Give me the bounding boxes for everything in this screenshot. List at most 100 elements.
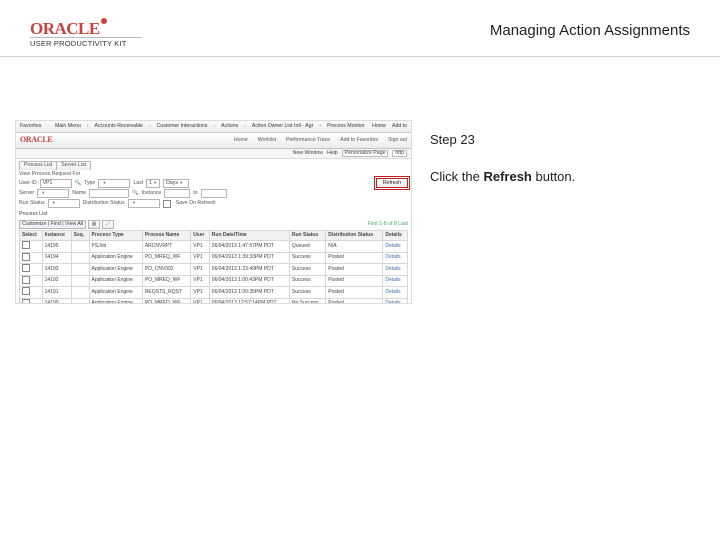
link-home[interactable]: Home (234, 138, 248, 144)
col-seq[interactable]: Seq. (71, 231, 89, 241)
input-diststatus[interactable] (128, 199, 160, 208)
page-title: Managing Action Assignments (490, 22, 690, 39)
cell-ds: Posted (326, 252, 383, 264)
cell-user: VP1 (191, 241, 210, 253)
col-dt[interactable]: Run Date/Time (209, 231, 289, 241)
lbl-last: Last (133, 181, 143, 187)
input-days[interactable]: Days (163, 179, 189, 188)
nav-ar[interactable]: Accounts Receivable (94, 124, 142, 130)
nav-favorites[interactable]: Favorites (20, 124, 41, 130)
grid-zoom-icon[interactable]: ⤢ (102, 220, 114, 229)
lbl-name: Name (72, 191, 86, 197)
input-last[interactable]: 1 (146, 179, 160, 188)
link-personalize[interactable]: Personalize Page (342, 150, 389, 158)
instruction-block: Step 23 Click the Refresh button. (430, 132, 690, 184)
cell-dt: 06/04/2013 1:23:49PM PDT (209, 264, 289, 276)
cell-instance: 14190 (42, 298, 71, 304)
col-pname[interactable]: Process Name (142, 231, 190, 241)
cell-seq (71, 241, 89, 253)
nav-actions[interactable]: Actions (221, 124, 238, 130)
cell-select[interactable] (20, 252, 43, 264)
tab-server-list[interactable]: Server List (56, 161, 91, 170)
lookup-name-icon[interactable]: 🔍 (132, 191, 138, 197)
cell-details[interactable]: Details (383, 275, 408, 287)
link-help[interactable]: Help (327, 151, 338, 157)
link-newwindow[interactable]: New Window (293, 151, 323, 157)
link-addfav[interactable]: Add to Favorites (340, 138, 378, 144)
cell-details[interactable]: Details (383, 298, 408, 304)
cell-details[interactable]: Details (383, 287, 408, 299)
app-brand-bar: ORACLE Home Worklist Performance Trace A… (16, 133, 411, 149)
col-rs[interactable]: Run Status (289, 231, 325, 241)
cell-select[interactable] (20, 241, 43, 253)
nav-ci[interactable]: Customer Interactions (157, 124, 208, 130)
nav-addto[interactable]: Add to (392, 124, 407, 130)
grid-export-icon[interactable]: ▦ (88, 220, 100, 229)
refresh-button[interactable]: Refresh (376, 178, 408, 188)
lookup-icon[interactable]: 🔍 (75, 181, 81, 187)
breadcrumb-bar: Favorites· Main Menu› Accounts Receivabl… (16, 121, 411, 133)
cell-ptype: Application Engine (89, 264, 142, 276)
grid-range[interactable]: First 1-8 of 8 Last (368, 222, 408, 228)
table-row: 14194Application EnginePO_MREQ_WFVP106/0… (20, 252, 408, 264)
cell-instance: 14195 (42, 241, 71, 253)
input-type[interactable] (98, 179, 130, 188)
nav-mainmenu[interactable]: Main Menu (55, 124, 81, 130)
link-perf[interactable]: Performance Trace (286, 138, 330, 144)
cell-select[interactable] (20, 298, 43, 304)
tab-process-list[interactable]: Process List (19, 161, 57, 170)
link-signout[interactable]: Sign out (388, 138, 407, 144)
cell-select[interactable] (20, 275, 43, 287)
filter-row-1: User ID VP1 🔍 Type Last 1 Days Refresh (16, 178, 411, 188)
input-server[interactable] (37, 189, 69, 198)
http-icon[interactable]: http (392, 150, 407, 158)
cell-details[interactable]: Details (383, 264, 408, 276)
lbl-runstatus: Run Status (19, 201, 45, 207)
cell-pname: REQSTS_RQST (142, 287, 190, 299)
cell-ds: N/A (326, 241, 383, 253)
lbl-server: Server (19, 191, 34, 197)
checkbox-save-on-refresh[interactable] (163, 200, 171, 208)
input-instance-to[interactable] (201, 189, 227, 198)
cell-details[interactable]: Details (383, 252, 408, 264)
col-details[interactable]: Details (383, 231, 408, 241)
table-row: 14193Application EnginePO_CNV002VP106/04… (20, 264, 408, 276)
cell-rs: Success (289, 287, 325, 299)
nav-procmon[interactable]: Process Monitor (327, 124, 364, 130)
col-ds[interactable]: Distribution Status (326, 231, 383, 241)
instruction-after: button. (532, 169, 575, 184)
app-oracle-logo: ORACLE (20, 136, 52, 145)
logo-text: ORACLE (30, 19, 100, 38)
cell-ptype: Application Engine (89, 298, 142, 304)
cell-select[interactable] (20, 287, 43, 299)
cell-dt: 06/04/2013 12:57:14PM PDT (209, 298, 289, 304)
cell-user: VP1 (191, 287, 210, 299)
filter-row-2: Server Name 🔍 Instance to (16, 189, 411, 198)
input-instance-from[interactable] (164, 189, 190, 198)
cell-details[interactable]: Details (383, 241, 408, 253)
logo-dot-icon (101, 18, 107, 24)
cell-instance: 14192 (42, 275, 71, 287)
grid-toolbar-links[interactable]: Customize | Find | View All (19, 220, 86, 229)
input-userid[interactable]: VP1 (40, 179, 72, 188)
cell-seq (71, 287, 89, 299)
cell-ds: Posted (326, 298, 383, 304)
cell-ds: Posted (326, 287, 383, 299)
input-name[interactable] (89, 189, 129, 198)
lbl-type: Type (84, 181, 95, 187)
cell-ptype: Application Engine (89, 252, 142, 264)
oracle-logo: ORACLE USER PRODUCTIVITY KIT (30, 18, 142, 48)
col-select[interactable]: Select (20, 231, 43, 241)
nav-owner[interactable]: Action Owner List Intl - Agr (252, 124, 313, 130)
cell-rs: Success (289, 264, 325, 276)
col-ptype[interactable]: Process Type (89, 231, 142, 241)
cell-user: VP1 (191, 264, 210, 276)
col-instance[interactable]: Instance (42, 231, 71, 241)
link-worklist[interactable]: Worklist (258, 138, 276, 144)
nav-home[interactable]: Home (372, 124, 386, 130)
col-user[interactable]: User (191, 231, 210, 241)
cell-select[interactable] (20, 264, 43, 276)
input-runstatus[interactable] (48, 199, 80, 208)
grid-header-row: Select Instance Seq. Process Type Proces… (20, 231, 408, 241)
cell-instance: 14191 (42, 287, 71, 299)
